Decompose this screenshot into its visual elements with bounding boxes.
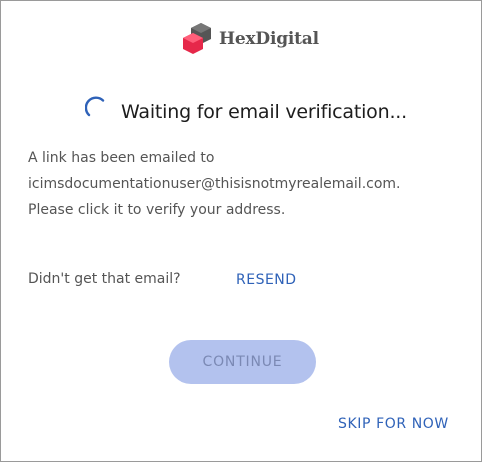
message-line-3: Please click it to verify your address. xyxy=(28,202,286,218)
email-address: icimsdocumentationuser@thisisnotmyrealem… xyxy=(28,176,401,192)
message-line-1: A link has been emailed to xyxy=(28,150,215,166)
verification-dialog: HexDigital Waiting for email verificatio… xyxy=(0,0,482,462)
loading-spinner-icon xyxy=(85,96,105,117)
brand-name: HexDigital xyxy=(219,29,319,49)
resend-link[interactable]: RESEND xyxy=(236,272,297,288)
skip-for-now-link[interactable]: SKIP FOR NOW xyxy=(338,416,449,432)
hexdigital-logo-icon xyxy=(183,23,211,54)
continue-button[interactable]: CONTINUE xyxy=(169,340,316,384)
resend-prompt: Didn't get that email? xyxy=(28,271,181,287)
page-title: Waiting for email verification... xyxy=(121,101,407,123)
